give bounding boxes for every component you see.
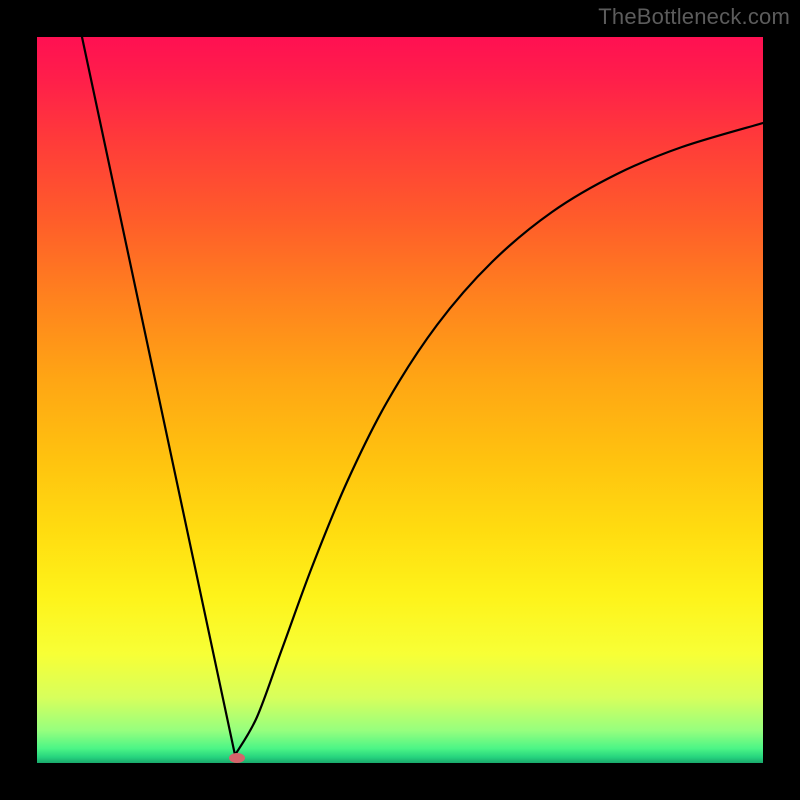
plot-area xyxy=(37,37,763,763)
right-curve xyxy=(235,123,763,755)
chart-frame: TheBottleneck.com xyxy=(0,0,800,800)
left-line xyxy=(82,37,235,755)
valley-marker xyxy=(229,753,245,763)
chart-svg xyxy=(37,37,763,763)
watermark-text: TheBottleneck.com xyxy=(598,4,790,30)
curve-group xyxy=(82,37,763,763)
